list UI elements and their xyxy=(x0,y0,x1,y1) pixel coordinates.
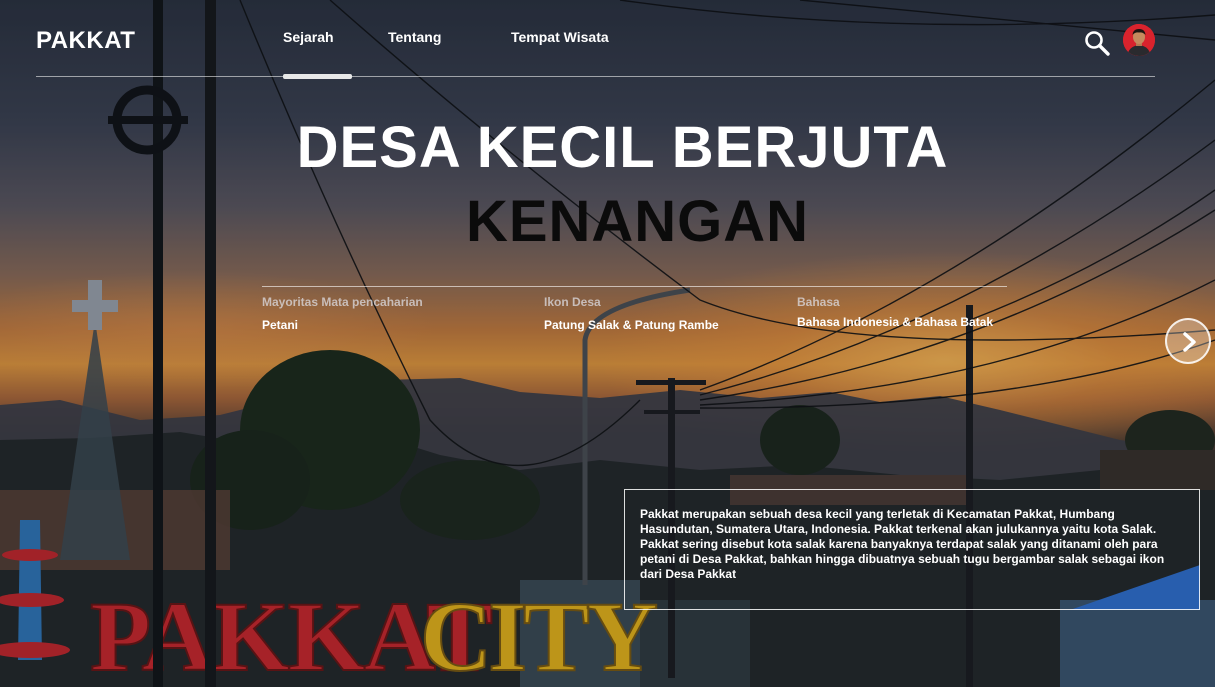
info-label-livelihood: Mayoritas Mata pencaharian xyxy=(262,295,423,309)
active-nav-indicator xyxy=(283,74,352,79)
description-box: Pakkat merupakan sebuah desa kecil yang … xyxy=(624,489,1200,610)
description-text: Pakkat merupakan sebuah desa kecil yang … xyxy=(640,507,1165,581)
nav-tempat-wisata[interactable]: Tempat Wisata xyxy=(511,29,609,45)
nav-sejarah[interactable]: Sejarah xyxy=(283,29,334,45)
info-value-icon: Patung Salak & Patung Rambe xyxy=(544,318,719,332)
search-icon[interactable] xyxy=(1083,29,1111,57)
next-slide-button[interactable] xyxy=(1165,318,1211,364)
info-label-icon: Ikon Desa xyxy=(544,295,601,309)
site-logo[interactable]: PAKKAT xyxy=(36,27,135,55)
hero-title-line1: DESA KECIL BERJUTA xyxy=(296,115,949,180)
info-value-livelihood: Petani xyxy=(262,318,299,332)
info-value-language: Bahasa Indonesia & Bahasa Batak xyxy=(797,315,994,329)
info-label-language: Bahasa xyxy=(797,295,840,309)
hero-title-line2: KENANGAN xyxy=(465,189,810,254)
header-divider xyxy=(36,76,1155,77)
nav-tentang[interactable]: Tentang xyxy=(388,29,441,45)
user-avatar[interactable] xyxy=(1123,24,1155,56)
chevron-right-icon xyxy=(1183,332,1196,352)
info-divider xyxy=(262,286,1007,287)
